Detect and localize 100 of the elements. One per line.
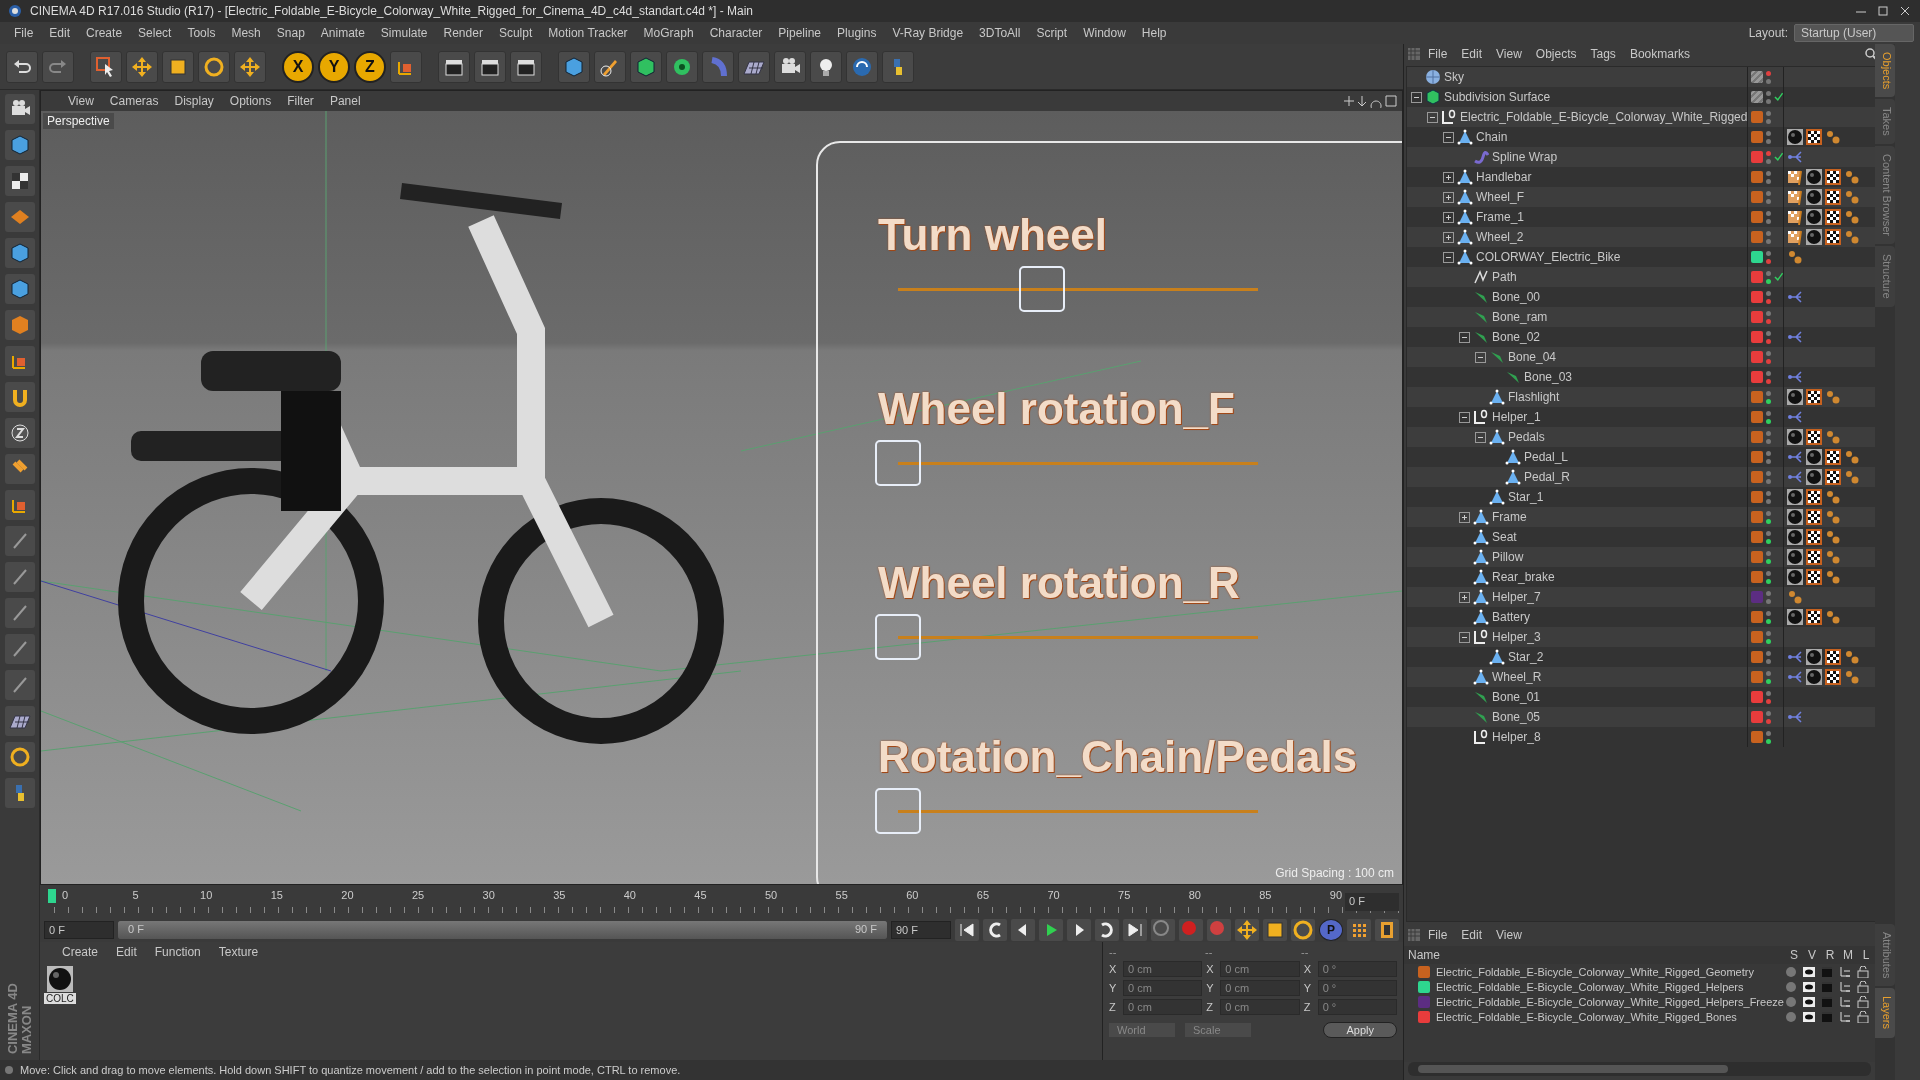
- object-name[interactable]: Wheel_F: [1476, 190, 1525, 204]
- menu-item[interactable]: MoGraph: [635, 26, 702, 40]
- object-name[interactable]: Sky: [1444, 70, 1464, 84]
- layer-name[interactable]: Electric_Foldable_E-Bicycle_Colorway_White_Rigged_Geometry: [1436, 965, 1754, 978]
- menu-item[interactable]: Objects: [1529, 47, 1583, 61]
- object-name[interactable]: Bone_04: [1508, 350, 1557, 364]
- object-name[interactable]: Flashlight: [1508, 390, 1560, 404]
- object-name[interactable]: Spline Wrap: [1492, 150, 1558, 164]
- layer-name[interactable]: Electric_Foldable_E-Bicycle_Colorway_White_Rigged_Bones: [1436, 1010, 1737, 1023]
- object-name[interactable]: Bone_ram: [1492, 310, 1548, 324]
- menu-item[interactable]: Create: [78, 26, 131, 40]
- object-name[interactable]: Bone_01: [1492, 690, 1541, 704]
- menu-item[interactable]: Pipeline: [770, 26, 830, 40]
- side-tab[interactable]: Layers: [1875, 988, 1895, 1038]
- material-name[interactable]: COLC: [44, 993, 76, 1004]
- menu-item[interactable]: Motion Tracker: [540, 26, 636, 40]
- object-name[interactable]: Helper_1: [1492, 410, 1541, 424]
- object-name[interactable]: Bone_05: [1492, 710, 1541, 724]
- menu-item[interactable]: Mesh: [223, 26, 269, 40]
- menu-item[interactable]: Window: [1075, 26, 1134, 40]
- object-name[interactable]: Pillow: [1492, 550, 1524, 564]
- menu-item[interactable]: Animate: [312, 26, 373, 40]
- rotation-field[interactable]: 0 °: [1317, 961, 1397, 977]
- object-name[interactable]: Pedal_L: [1524, 450, 1569, 464]
- menu-item[interactable]: 3DToAll: [971, 26, 1029, 40]
- position-field[interactable]: 0 cm: [1123, 999, 1203, 1015]
- menu-item[interactable]: Edit: [1455, 928, 1489, 942]
- object-name[interactable]: Pedals: [1508, 430, 1545, 444]
- menu-item[interactable]: Select: [130, 26, 180, 40]
- current-frame-field[interactable]: 0 F: [44, 921, 114, 939]
- menu-item[interactable]: Create: [54, 945, 107, 959]
- object-name[interactable]: Star_1: [1508, 490, 1544, 504]
- menu-item[interactable]: View: [1490, 928, 1528, 942]
- axis-label: X: [1109, 963, 1118, 975]
- apply-button[interactable]: Apply: [1323, 1022, 1397, 1038]
- menu-item[interactable]: Filter: [280, 94, 321, 108]
- object-name[interactable]: Bone_03: [1524, 370, 1573, 384]
- object-name[interactable]: Helper_3: [1492, 630, 1541, 644]
- layer-name[interactable]: Electric_Foldable_E-Bicycle_Colorway_White_Rigged_Helpers_Freeze: [1436, 995, 1784, 1008]
- menu-item[interactable]: File: [6, 26, 42, 40]
- rotation-field[interactable]: 0 °: [1317, 999, 1397, 1015]
- menu-item[interactable]: Edit: [1455, 47, 1489, 61]
- menu-item[interactable]: File: [1422, 47, 1454, 61]
- position-field[interactable]: 0 cm: [1123, 961, 1203, 977]
- layout-dropdown[interactable]: Startup (User): [1794, 24, 1914, 42]
- axis-lock-button[interactable]: Z: [354, 50, 386, 83]
- menu-item[interactable]: Edit: [108, 945, 145, 959]
- menu-item[interactable]: Tags: [1584, 47, 1622, 61]
- menu-item[interactable]: Cameras: [102, 94, 166, 108]
- object-name[interactable]: Chain: [1476, 130, 1508, 144]
- object-name[interactable]: Pedal_R: [1524, 470, 1571, 484]
- object-name[interactable]: Bone_02: [1492, 330, 1541, 344]
- menu-item[interactable]: Options: [222, 94, 279, 108]
- object-name[interactable]: Wheel_R: [1492, 670, 1542, 684]
- position-field[interactable]: 0 cm: [1123, 980, 1203, 996]
- axis-lock-button[interactable]: X: [282, 50, 314, 83]
- menu-item[interactable]: Tools: [179, 26, 224, 40]
- key-parameter-button[interactable]: P: [1319, 919, 1343, 941]
- object-name[interactable]: COLORWAY_Electric_Bike: [1476, 250, 1621, 264]
- size-field[interactable]: 0 cm: [1220, 980, 1300, 996]
- menu-item[interactable]: Sculpt: [490, 26, 541, 40]
- menu-item[interactable]: Help: [1133, 26, 1175, 40]
- menu-item[interactable]: Texture: [210, 945, 267, 959]
- menu-item[interactable]: Plugins: [829, 26, 885, 40]
- menu-item[interactable]: V-Ray Bridge: [884, 26, 972, 40]
- object-name[interactable]: Bone_00: [1492, 290, 1541, 304]
- menu-item[interactable]: View: [61, 94, 101, 108]
- object-name[interactable]: Handlebar: [1476, 170, 1532, 184]
- size-field[interactable]: 0 cm: [1220, 999, 1300, 1015]
- object-name[interactable]: Star_2: [1508, 650, 1544, 664]
- menu-item[interactable]: Character: [701, 26, 771, 40]
- object-name[interactable]: Path: [1492, 270, 1517, 284]
- object-name[interactable]: Seat: [1492, 530, 1517, 544]
- object-name[interactable]: Frame: [1492, 510, 1527, 524]
- frame-range-slider[interactable]: 0 F 90 F: [118, 921, 887, 939]
- menu-item[interactable]: Edit: [41, 26, 79, 40]
- object-name[interactable]: Wheel_2: [1476, 230, 1524, 244]
- object-name[interactable]: Rear_brake: [1492, 570, 1555, 584]
- object-name[interactable]: Helper_8: [1492, 730, 1541, 744]
- object-name[interactable]: Helper_7: [1492, 590, 1541, 604]
- side-tab[interactable]: Objects: [1875, 44, 1895, 98]
- rotation-field[interactable]: 0 °: [1317, 980, 1397, 996]
- menu-item[interactable]: Render: [435, 26, 491, 40]
- menu-item[interactable]: Function: [146, 945, 209, 959]
- frame-field[interactable]: 0 F: [1345, 893, 1399, 911]
- menu-item[interactable]: Bookmarks: [1623, 47, 1696, 61]
- menu-item[interactable]: View: [1490, 47, 1528, 61]
- menu-item[interactable]: Display: [167, 94, 221, 108]
- object-name[interactable]: Battery: [1492, 610, 1530, 624]
- menu-item[interactable]: Snap: [268, 26, 313, 40]
- menu-item[interactable]: File: [1422, 928, 1454, 942]
- object-name[interactable]: Subdivision Surface: [1444, 90, 1551, 104]
- menu-item[interactable]: Script: [1028, 26, 1076, 40]
- axis-lock-button[interactable]: Y: [318, 50, 350, 83]
- object-name[interactable]: Frame_1: [1476, 210, 1525, 224]
- menu-item[interactable]: Panel: [322, 94, 368, 108]
- menu-item[interactable]: Simulate: [372, 26, 436, 40]
- layer-name[interactable]: Electric_Foldable_E-Bicycle_Colorway_White_Rigged_Helpers: [1436, 980, 1744, 993]
- max-frame-field[interactable]: 90 F: [891, 921, 951, 939]
- size-field[interactable]: 0 cm: [1220, 961, 1300, 977]
